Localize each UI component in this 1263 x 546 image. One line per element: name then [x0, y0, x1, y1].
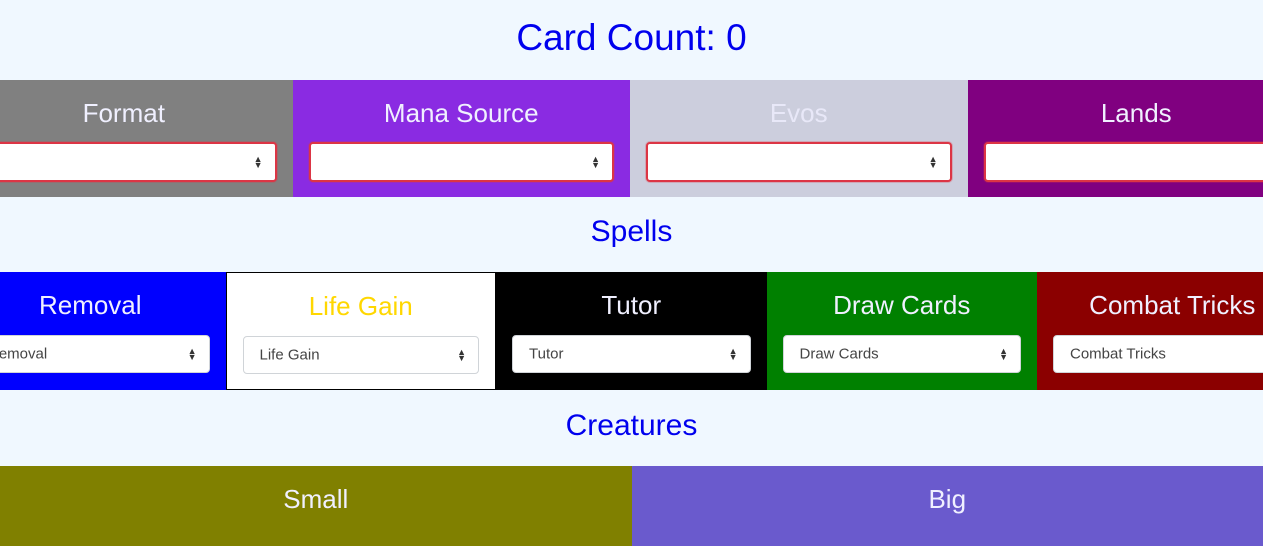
evos-select[interactable]: ▲▼: [646, 142, 952, 182]
small-label: Small: [0, 484, 632, 514]
small-panel: Small: [0, 466, 632, 546]
mana-source-label: Mana Source: [293, 98, 631, 128]
combat-tricks-panel: Combat Tricks Combat Tricks ▲▼: [1037, 272, 1263, 390]
select-value: Draw Cards: [800, 346, 879, 363]
removal-select[interactable]: Removal ▲▼: [0, 335, 210, 373]
select-value: Removal: [0, 346, 47, 363]
evos-panel: Evos ▲▼: [630, 80, 968, 197]
select-value: Life Gain: [260, 347, 320, 364]
combat-tricks-label: Combat Tricks: [1037, 290, 1263, 320]
card-count-title: Card Count: 0: [0, 12, 1263, 64]
select-value: Combat Tricks: [1070, 346, 1166, 363]
evos-label: Evos: [630, 98, 968, 128]
tutor-select[interactable]: Tutor ▲▼: [512, 335, 751, 373]
life-gain-select[interactable]: Life Gain ▲▼: [243, 336, 480, 374]
tutor-label: Tutor: [496, 290, 767, 320]
draw-cards-label: Draw Cards: [767, 290, 1038, 320]
spells-heading: Spells: [0, 212, 1263, 252]
sort-arrows-icon: ▲▼: [457, 349, 466, 361]
mana-source-select[interactable]: ▲▼: [309, 142, 615, 182]
creatures-heading: Creatures: [0, 406, 1263, 446]
format-label: Format: [0, 98, 293, 128]
removal-panel: Removal Removal ▲▼: [0, 272, 226, 390]
sort-arrows-icon: ▲▼: [254, 156, 263, 168]
lands-label: Lands: [968, 98, 1263, 128]
creatures-row: Small Big: [0, 466, 1263, 523]
big-label: Big: [632, 484, 1263, 514]
lands-panel: Lands: [968, 80, 1263, 197]
sort-arrows-icon: ▲▼: [929, 156, 938, 168]
lands-select[interactable]: [984, 142, 1263, 182]
spells-row: Removal Removal ▲▼ Life Gain Life Gain ▲…: [0, 272, 1263, 390]
tutor-panel: Tutor Tutor ▲▼: [496, 272, 767, 390]
select-value: Tutor: [529, 346, 563, 363]
sort-arrows-icon: ▲▼: [591, 156, 600, 168]
draw-cards-panel: Draw Cards Draw Cards ▲▼: [767, 272, 1038, 390]
combat-tricks-select[interactable]: Combat Tricks ▲▼: [1053, 335, 1263, 373]
format-select[interactable]: ▲▼: [0, 142, 277, 182]
top-category-row: Format ▲▼ Mana Source ▲▼ Evos ▲▼ Lands: [0, 80, 1263, 197]
big-panel: Big: [632, 466, 1263, 546]
draw-cards-select[interactable]: Draw Cards ▲▼: [783, 335, 1022, 373]
life-gain-label: Life Gain: [227, 291, 496, 321]
removal-label: Removal: [0, 290, 226, 320]
mana-source-panel: Mana Source ▲▼: [293, 80, 631, 197]
life-gain-panel: Life Gain Life Gain ▲▼: [226, 272, 497, 390]
format-panel: Format ▲▼: [0, 80, 293, 197]
sort-arrows-icon: ▲▼: [188, 348, 197, 360]
sort-arrows-icon: ▲▼: [729, 348, 738, 360]
sort-arrows-icon: ▲▼: [999, 348, 1008, 360]
